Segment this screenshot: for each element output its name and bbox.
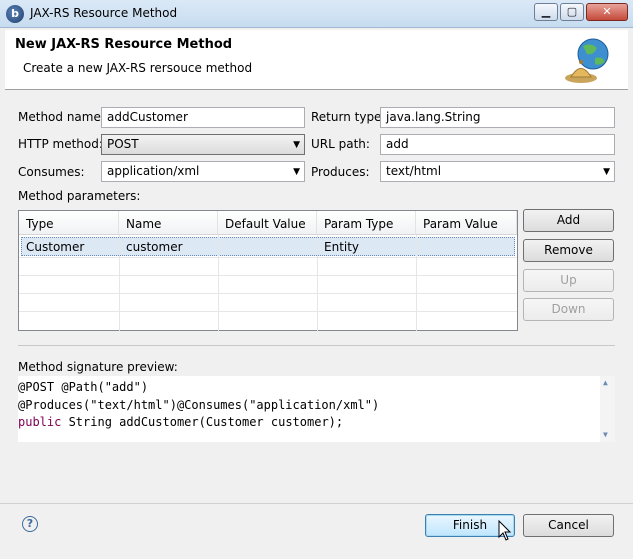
- method-name-input[interactable]: addCustomer: [101, 107, 305, 128]
- chevron-down-icon[interactable]: ▼: [293, 165, 300, 180]
- footer-separator: [0, 503, 633, 504]
- down-button[interactable]: Down: [523, 298, 614, 321]
- row-divider: [19, 275, 517, 276]
- column-header-default-value[interactable]: Default Value: [218, 211, 317, 235]
- produces-value: text/html: [386, 164, 442, 178]
- maximize-button[interactable]: ▢: [560, 3, 584, 21]
- http-method-value: POST: [107, 137, 139, 151]
- signature-preview[interactable]: @POST @Path("add") @Produces("text/html"…: [18, 376, 615, 442]
- column-divider: [416, 235, 417, 331]
- produces-combo[interactable]: text/html ▼: [380, 161, 615, 182]
- column-header-name[interactable]: Name: [119, 211, 218, 235]
- table-cell-name[interactable]: customer: [126, 240, 183, 254]
- url-path-input[interactable]: add: [380, 134, 615, 155]
- window-title: JAX-RS Resource Method: [30, 6, 178, 20]
- method-parameters-label: Method parameters:: [18, 189, 141, 203]
- consumes-combo[interactable]: application/xml ▼: [101, 161, 305, 182]
- parameters-table[interactable]: Type Name Default Value Param Type Param…: [18, 210, 518, 331]
- banner-description: Create a new JAX-RS rersouce method: [23, 61, 253, 75]
- globe-bell-icon: [565, 38, 609, 83]
- column-header-type[interactable]: Type: [19, 211, 119, 235]
- help-icon[interactable]: ?: [22, 516, 38, 532]
- row-divider: [19, 311, 517, 312]
- row-divider: [19, 257, 517, 258]
- wizard-banner: New JAX-RS Resource Method Create a new …: [5, 30, 628, 90]
- cancel-button[interactable]: Cancel: [523, 514, 614, 537]
- signature-preview-label: Method signature preview:: [18, 360, 178, 374]
- remove-button[interactable]: Remove: [523, 239, 614, 262]
- table-row[interactable]: [21, 237, 515, 256]
- mouse-cursor-icon: [498, 520, 512, 541]
- return-type-input[interactable]: java.lang.String: [380, 107, 615, 128]
- code-text: String addCustomer(Customer customer);: [61, 415, 344, 429]
- app-icon: b: [6, 5, 24, 23]
- row-divider: [19, 293, 517, 294]
- minimize-button[interactable]: ▁: [534, 3, 558, 21]
- vertical-scrollbar[interactable]: ▲ ▼: [600, 376, 615, 442]
- code-line: @Produces("text/html")@Consumes("applica…: [18, 398, 380, 412]
- code-line: public String addCustomer(Customer custo…: [18, 415, 343, 429]
- banner-title: New JAX-RS Resource Method: [15, 37, 233, 52]
- url-path-label: URL path:: [311, 137, 370, 151]
- method-name-label: Method name:: [18, 110, 105, 124]
- http-method-select[interactable]: POST ▼: [101, 134, 305, 155]
- add-button[interactable]: Add: [523, 209, 614, 232]
- code-keyword: public: [18, 415, 62, 429]
- up-button[interactable]: Up: [523, 269, 614, 292]
- code-line: @POST @Path("add"): [18, 380, 149, 394]
- column-header-param-type[interactable]: Param Type: [317, 211, 416, 235]
- produces-label: Produces:: [311, 165, 370, 179]
- scroll-up-icon[interactable]: ▲: [603, 378, 608, 387]
- consumes-value: application/xml: [107, 164, 200, 178]
- separator: [18, 345, 615, 346]
- scroll-down-icon[interactable]: ▼: [603, 430, 608, 439]
- return-type-label: Return type:: [311, 110, 386, 124]
- consumes-label: Consumes:: [18, 165, 85, 179]
- close-button[interactable]: ✕: [586, 3, 628, 21]
- table-cell-param-type[interactable]: Entity: [324, 240, 359, 254]
- column-header-param-value[interactable]: Param Value: [416, 211, 517, 235]
- column-divider: [119, 235, 120, 331]
- chevron-down-icon: ▼: [293, 140, 300, 150]
- table-cell-type[interactable]: Customer: [26, 240, 84, 254]
- http-method-label: HTTP method:: [18, 137, 103, 151]
- chevron-down-icon[interactable]: ▼: [603, 165, 610, 180]
- column-divider: [218, 235, 219, 331]
- column-divider: [317, 235, 318, 331]
